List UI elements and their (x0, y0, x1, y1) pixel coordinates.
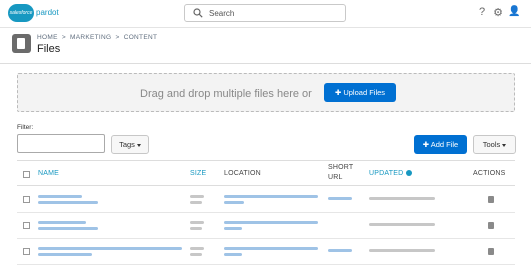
file-location-link-line2[interactable] (224, 253, 242, 256)
plus-icon: ✚ (422, 140, 430, 149)
dropzone-message: Drag and drop multiple files here or (140, 88, 312, 100)
row-actions-icon[interactable] (488, 222, 494, 229)
file-size-line2 (190, 227, 202, 230)
add-file-label: Add File (430, 140, 459, 149)
table-row (17, 187, 515, 213)
file-dropzone[interactable]: Drag and drop multiple files here or ✚ U… (17, 73, 515, 112)
file-location-link-line2[interactable] (224, 201, 244, 204)
row-checkbox[interactable] (23, 196, 30, 203)
file-size-line2 (190, 253, 202, 256)
file-name-link-line2[interactable] (38, 227, 98, 230)
upload-files-label: Upload Files (343, 88, 386, 97)
updated-label: UPDATED (369, 170, 404, 177)
column-header-updated[interactable]: UPDATED (369, 170, 412, 177)
file-name-link-line2[interactable] (38, 253, 92, 256)
short-url-link[interactable] (328, 249, 352, 252)
row-checkbox[interactable] (23, 248, 30, 255)
file-name-link-line2[interactable] (38, 201, 98, 204)
column-header-short-url: SHORT (328, 164, 354, 171)
table-row (17, 239, 515, 265)
page-title: Files (37, 43, 61, 55)
tags-dropdown-button[interactable]: Tags (111, 135, 149, 154)
tags-label: Tags (119, 140, 135, 149)
breadcrumb-separator: > (61, 34, 66, 41)
file-size (190, 221, 204, 224)
file-size (190, 195, 204, 198)
breadcrumb: HOME > MARKETING > CONTENT (37, 34, 159, 41)
add-file-button[interactable]: ✚ Add File (414, 135, 467, 154)
caret-down-icon (136, 143, 141, 147)
product-name[interactable]: pardot (36, 8, 59, 17)
short-url-link[interactable] (328, 197, 352, 200)
help-icon[interactable]: ? (476, 6, 488, 20)
breadcrumb-marketing[interactable]: MARKETING (70, 34, 111, 41)
row-actions-icon[interactable] (488, 248, 494, 255)
file-name-link[interactable] (38, 247, 182, 250)
filter-input[interactable] (17, 134, 105, 153)
filter-label: Filter: (17, 124, 34, 131)
content-icon (12, 34, 31, 53)
plus-icon: ✚ (334, 88, 342, 97)
upload-files-button[interactable]: ✚ Upload Files (324, 83, 396, 102)
updated-date (369, 249, 435, 252)
updated-date (369, 197, 435, 200)
file-name-link[interactable] (38, 221, 86, 224)
file-location-link-line2[interactable] (224, 227, 242, 230)
row-checkbox[interactable] (23, 222, 30, 229)
file-name-link[interactable] (38, 195, 82, 198)
breadcrumb-home[interactable]: HOME (37, 34, 58, 41)
tools-dropdown-button[interactable]: Tools (473, 135, 516, 154)
updated-date (369, 223, 435, 226)
caret-down-icon (502, 143, 507, 147)
search-input[interactable] (209, 6, 339, 20)
top-navigation-bar: salesforce pardot ? ⚙ 👤 (0, 0, 531, 28)
file-location-link[interactable] (224, 247, 318, 250)
breadcrumb-content[interactable]: CONTENT (124, 34, 158, 41)
column-header-location: LOCATION (224, 170, 261, 177)
info-icon (405, 170, 412, 177)
settings-icon[interactable]: ⚙ (492, 6, 504, 20)
search-icon (193, 8, 203, 18)
salesforce-logo[interactable]: salesforce (8, 4, 34, 22)
column-header-actions: ACTIONS (473, 170, 506, 177)
row-actions-icon[interactable] (488, 196, 494, 203)
tools-label: Tools (482, 140, 501, 149)
header-divider (0, 63, 531, 64)
table-row (17, 213, 515, 239)
global-search[interactable] (184, 4, 346, 22)
file-location-link[interactable] (224, 221, 318, 224)
file-size-line2 (190, 201, 202, 204)
column-header-short-url-line2: URL (328, 174, 343, 181)
column-header-name[interactable]: NAME (38, 170, 59, 177)
file-size (190, 247, 204, 250)
column-header-size[interactable]: SIZE (190, 170, 206, 177)
breadcrumb-separator: > (115, 34, 120, 41)
user-icon[interactable]: 👤 (508, 6, 520, 20)
file-location-link[interactable] (224, 195, 318, 198)
files-table-header: NAME SIZE LOCATION SHORT URL UPDATED ACT… (17, 160, 515, 186)
select-all-checkbox[interactable] (23, 171, 30, 178)
